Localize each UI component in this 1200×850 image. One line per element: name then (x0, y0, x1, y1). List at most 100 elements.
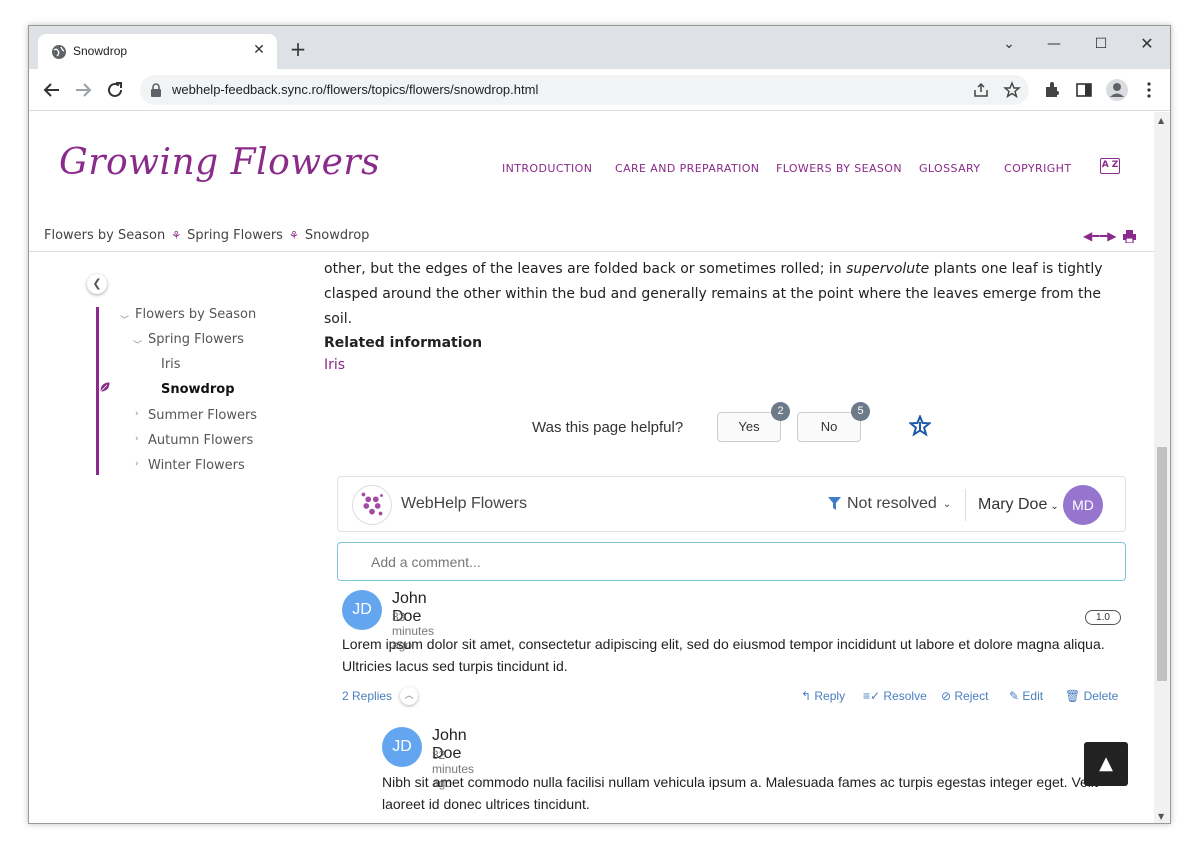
chevron-up-icon[interactable]: ︿ (400, 687, 418, 705)
status-filter-dropdown[interactable]: Not resolved ⌄ (828, 495, 951, 513)
comment-body: Lorem ipsum dolor sit amet, consectetur … (342, 636, 1105, 674)
chevron-down-icon[interactable]: ﹀ (120, 313, 129, 326)
chevron-down-icon[interactable]: ﹀ (133, 338, 142, 351)
leaf-icon (99, 381, 111, 393)
reply-button[interactable]: ↰ Reply (801, 689, 845, 703)
rate-star-icon[interactable] (909, 415, 931, 437)
scroll-up-icon[interactable]: ▲ (1158, 116, 1164, 125)
nav-glossary[interactable]: GLOSSARY (919, 162, 980, 175)
helpful-question: Was this page helpful? (532, 419, 684, 436)
webhelp-flowers-logo-icon (352, 485, 392, 525)
yes-button[interactable]: Yes (717, 412, 781, 442)
toc-item-spring-flowers[interactable]: Spring Flowers (148, 332, 244, 347)
toc-item-winter-flowers[interactable]: Winter Flowers (148, 458, 245, 473)
breadcrumb-item[interactable]: Flowers by Season (44, 228, 165, 243)
extensions-icon[interactable] (1043, 81, 1061, 99)
chevron-right-icon[interactable]: › (135, 434, 139, 444)
address-bar[interactable]: webhelp-feedback.sync.ro/flowers/topics/… (140, 75, 1029, 105)
side-panel-icon[interactable] (1075, 81, 1093, 99)
close-tab-icon[interactable]: ✕ (251, 42, 267, 58)
flower-separator-icon: ⚘ (171, 229, 182, 242)
page-scrollbar[interactable]: ▲ ▼ (1154, 112, 1170, 823)
previous-page-icon[interactable]: ◀━ (1083, 229, 1099, 243)
pencil-icon: ✎ (1009, 689, 1023, 703)
feedback-site-name: WebHelp Flowers (401, 495, 527, 512)
yes-count-badge: 2 (771, 402, 790, 421)
status-filter-label: Not resolved (847, 495, 937, 512)
chevron-down-icon: ⌄ (942, 498, 952, 510)
replies-toggle[interactable]: 2 Replies (342, 689, 392, 703)
header-divider (29, 251, 1154, 252)
maximize-icon[interactable]: ☐ (1081, 31, 1121, 57)
nav-flowers-by-season[interactable]: FLOWERS BY SEASON (776, 162, 902, 175)
delete-button[interactable]: 🗑 Delete (1065, 689, 1118, 703)
related-link-iris[interactable]: Iris (324, 357, 345, 373)
reject-icon: ⊘ (941, 689, 955, 703)
nav-copyright[interactable]: COPYRIGHT (1004, 162, 1071, 175)
back-icon[interactable] (39, 77, 65, 103)
add-comment-input[interactable]: Add a comment... (337, 542, 1126, 581)
minimize-icon[interactable]: — (1034, 31, 1074, 57)
lock-icon (151, 83, 161, 97)
filter-funnel-icon (828, 497, 841, 510)
nav-care-and-preparation[interactable]: CARE AND PREPARATION (615, 162, 759, 175)
chevron-right-icon[interactable]: › (135, 409, 139, 419)
browser-toolbar: webhelp-feedback.sync.ro/flowers/topics/… (29, 69, 1170, 111)
index-az-icon[interactable]: A Z (1100, 158, 1120, 174)
profile-icon[interactable] (1105, 78, 1129, 102)
breadcrumb-item[interactable]: Snowdrop (305, 228, 370, 243)
toc-item-snowdrop[interactable]: Snowdrop (161, 382, 235, 397)
header-separator (965, 489, 966, 521)
tab-search-icon[interactable]: ⌄ (989, 31, 1029, 57)
author-avatar: JD (342, 590, 382, 630)
related-info-heading: Related information (324, 335, 483, 351)
close-window-icon[interactable]: ✕ (1127, 31, 1167, 57)
next-page-icon[interactable]: ━▶ (1100, 229, 1116, 243)
resolve-button[interactable]: ≡✓ Resolve (863, 689, 927, 703)
feedback-header: WebHelp Flowers Not resolved ⌄ Mary Doe ⌄… (337, 476, 1126, 532)
new-tab-icon[interactable]: + (287, 38, 309, 60)
menu-kebab-icon[interactable] (1140, 81, 1158, 99)
scrollbar-thumb[interactable] (1157, 447, 1167, 681)
breadcrumb: Flowers by Season ⚘ Spring Flowers ⚘ Sno… (44, 228, 369, 243)
share-icon[interactable] (972, 81, 990, 99)
reply-icon: ↰ (801, 689, 815, 703)
reload-icon[interactable] (102, 77, 128, 103)
trash-icon: 🗑 (1065, 689, 1084, 703)
toc-item-summer-flowers[interactable]: Summer Flowers (148, 408, 257, 423)
author-avatar: JD (382, 727, 422, 767)
version-badge: 1.0 (1085, 610, 1121, 625)
breadcrumb-item[interactable]: Spring Flowers (187, 228, 283, 243)
scroll-down-icon[interactable]: ▼ (1158, 812, 1164, 821)
article-paragraph: other, but the edges of the leaves are f… (324, 261, 1103, 327)
toc-item-autumn-flowers[interactable]: Autumn Flowers (148, 433, 253, 448)
user-menu[interactable]: Mary Doe ⌄ (978, 496, 1059, 514)
edit-button[interactable]: ✎ Edit (1009, 689, 1043, 703)
reject-button[interactable]: ⊘ Reject (941, 689, 988, 703)
chevron-right-icon[interactable]: › (135, 459, 139, 469)
toc-item-flowers-by-season[interactable]: Flowers by Season (135, 307, 256, 322)
forward-icon[interactable] (70, 77, 96, 103)
toc-item-iris[interactable]: Iris (161, 357, 181, 372)
tab-strip: Snowdrop ✕ + ⌄ — ☐ ✕ (29, 26, 1170, 69)
chevron-down-icon: ⌄ (1050, 501, 1059, 512)
comment-body: Nibh sit amet commodo nulla facilisi nul… (382, 774, 1098, 812)
globe-icon (52, 45, 66, 59)
bookmark-star-icon[interactable] (1003, 81, 1021, 99)
no-count-badge: 5 (851, 402, 870, 421)
nav-introduction[interactable]: INTRODUCTION (502, 162, 592, 175)
tab-title: Snowdrop (73, 44, 128, 58)
browser-tab[interactable]: Snowdrop ✕ (38, 34, 277, 69)
collapse-toc-button[interactable]: ❮ (87, 274, 107, 294)
page-viewport: Growing Flowers INTRODUCTION CARE AND PR… (29, 112, 1154, 823)
url-text: webhelp-feedback.sync.ro/flowers/topics/… (172, 82, 539, 97)
user-avatar[interactable]: MD (1063, 485, 1103, 525)
print-icon[interactable] (1123, 230, 1136, 243)
browser-window: Snowdrop ✕ + ⌄ — ☐ ✕ webhelp-feedback.sy… (28, 25, 1171, 824)
site-logo[interactable]: Growing Flowers (59, 142, 380, 183)
resolve-icon: ≡✓ (863, 689, 884, 703)
no-button[interactable]: No (797, 412, 861, 442)
scroll-to-top-button[interactable]: ▲ (1084, 742, 1128, 786)
add-comment-placeholder: Add a comment... (371, 554, 481, 570)
flower-separator-icon: ⚘ (288, 229, 299, 242)
